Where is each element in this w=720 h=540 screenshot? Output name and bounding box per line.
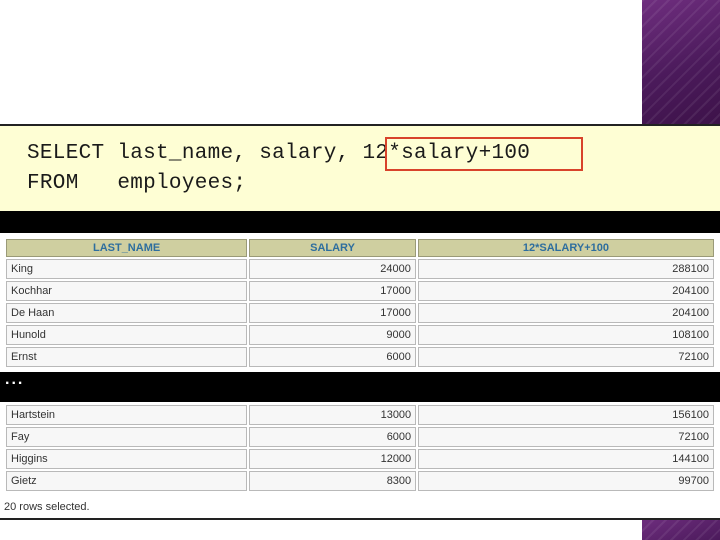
table-row: Hunold 9000 108100 — [6, 325, 714, 345]
table-row: De Haan 17000 204100 — [6, 303, 714, 323]
cell-expression: 72100 — [418, 427, 714, 447]
column-header-salary: SALARY — [249, 239, 416, 257]
cell-expression: 288100 — [417, 259, 714, 279]
table-row: Fay 6000 72100 — [6, 427, 714, 447]
table-row: Kochhar 17000 204100 — [6, 281, 714, 301]
cell-salary: 17000 — [249, 281, 416, 301]
sql-line-from: FROM employees; — [27, 172, 247, 195]
results-table-bottom: Hartstein 13000 156100 Fay 6000 72100 Hi… — [4, 403, 716, 493]
cell-expression: 156100 — [418, 405, 714, 425]
cell-expression: 144100 — [418, 449, 714, 469]
cell-salary: 12000 — [249, 449, 417, 469]
cell-last-name: King — [6, 259, 248, 279]
cell-last-name: Ernst — [6, 347, 248, 367]
rows-omitted-ellipsis: ... — [5, 371, 25, 388]
table-row: Higgins 12000 144100 — [6, 449, 714, 469]
sql-statement-panel: SELECT last_name, salary, 12*salary+100 … — [0, 124, 720, 214]
cell-last-name: Hartstein — [6, 405, 248, 425]
cell-salary: 6000 — [249, 427, 417, 447]
table-row: Ernst 6000 72100 — [6, 347, 714, 367]
cell-last-name: Higgins — [6, 449, 248, 469]
cell-salary: 6000 — [249, 347, 416, 367]
decorative-corner-top — [642, 0, 720, 125]
cell-salary: 8300 — [249, 471, 417, 491]
cell-last-name: Kochhar — [6, 281, 248, 301]
cell-last-name: Hunold — [6, 325, 248, 345]
cell-salary: 24000 — [249, 259, 416, 279]
divider-band-ellipsis — [0, 372, 720, 402]
cell-expression: 72100 — [417, 347, 714, 367]
cell-expression: 108100 — [417, 325, 714, 345]
cell-expression: 204100 — [417, 303, 714, 323]
decorative-corner-bottom — [642, 517, 720, 540]
cell-salary: 13000 — [249, 405, 417, 425]
table-row: Gietz 8300 99700 — [6, 471, 714, 491]
sql-select-clause: SELECT last_name, salary, — [27, 142, 363, 165]
table-row: King 24000 288100 — [6, 259, 714, 279]
cell-last-name: Gietz — [6, 471, 248, 491]
column-header-last-name: LAST_NAME — [6, 239, 248, 257]
cell-expression: 99700 — [418, 471, 714, 491]
divider-band — [0, 211, 720, 233]
table-header-row: LAST_NAME SALARY 12*SALARY+100 — [6, 239, 714, 257]
cell-last-name: De Haan — [6, 303, 248, 323]
column-header-expression: 12*SALARY+100 — [417, 239, 714, 257]
row-count-footer: 20 rows selected. — [4, 501, 90, 513]
expression-highlight-box — [385, 137, 583, 171]
results-table-top: LAST_NAME SALARY 12*SALARY+100 King 2400… — [4, 237, 716, 369]
cell-expression: 204100 — [417, 281, 714, 301]
cell-salary: 9000 — [249, 325, 416, 345]
cell-last-name: Fay — [6, 427, 248, 447]
cell-salary: 17000 — [249, 303, 416, 323]
table-row: Hartstein 13000 156100 — [6, 405, 714, 425]
